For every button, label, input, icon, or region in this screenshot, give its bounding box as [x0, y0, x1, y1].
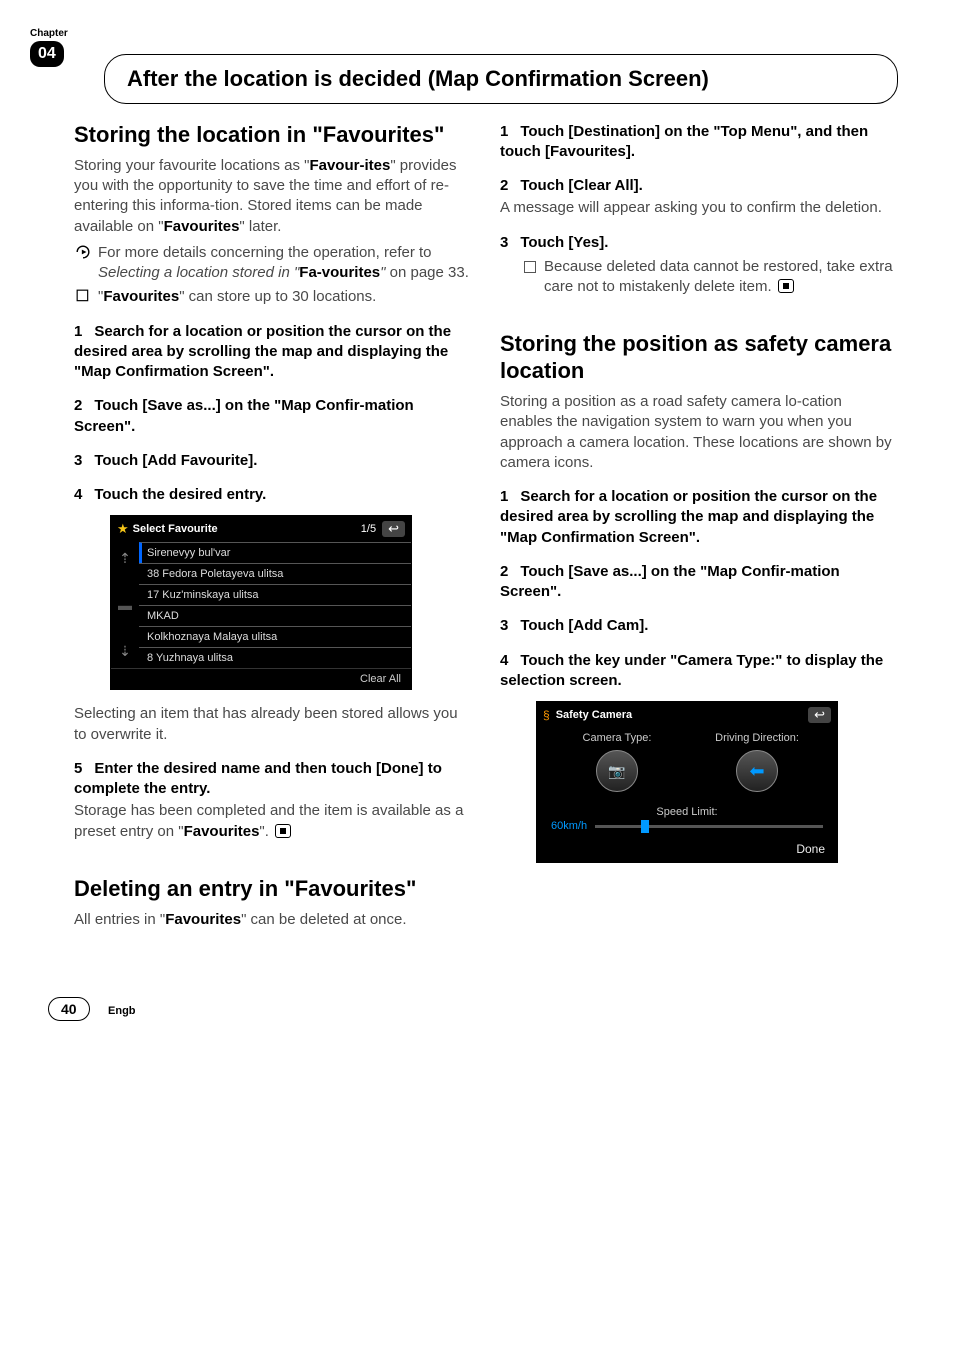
speed-slider[interactable]: [595, 825, 823, 828]
cstep-2: 2Touch [Save as...] on the "Map Confir-m…: [500, 562, 898, 603]
list-item[interactable]: Kolkhoznaya Malaya ulitsa: [139, 626, 411, 647]
section-end-icon: [275, 824, 291, 838]
direction-arrow-icon: ⬅: [749, 761, 764, 782]
bullet-refer: For more details concerning the operatio…: [74, 243, 472, 284]
speed-value: 60km/h: [551, 820, 587, 832]
paragraph-confirm-msg: A message will appear asking you to conf…: [500, 198, 898, 218]
step-3: 3Touch [Add Favourite].: [74, 451, 472, 471]
safety-camera-screenshot: § Safety Camera ↩ Camera Type: 📷 Driving…: [536, 701, 838, 863]
step-1: 1Search for a location or position the c…: [74, 322, 472, 383]
star-icon: ★: [117, 521, 129, 537]
chapter-tab: Chapter 04: [30, 28, 68, 67]
rstep-2: 2Touch [Clear All].: [500, 176, 898, 196]
camera-type-icon: 📷: [608, 763, 625, 780]
driving-direction-button[interactable]: ⬅: [736, 750, 778, 792]
list-item[interactable]: Sirenevyy bul'var: [139, 542, 411, 563]
scroll-side[interactable]: ⇡ ▬ ⇣: [111, 542, 139, 668]
fig2-title: Safety Camera: [556, 709, 808, 721]
left-column: Storing the location in "Favourites" Sto…: [74, 122, 472, 937]
chapter-number: 04: [30, 41, 64, 67]
scroll-up-icon[interactable]: ⇡: [119, 550, 131, 567]
driving-direction-label: Driving Direction:: [687, 732, 827, 744]
page-title: After the location is decided (Map Confi…: [104, 54, 898, 104]
step-5: 5Enter the desired name and then touch […: [74, 759, 472, 800]
paragraph-safety-camera: Storing a position as a road safety came…: [500, 392, 898, 473]
camera-type-label: Camera Type:: [547, 732, 687, 744]
list-item[interactable]: MKAD: [139, 605, 411, 626]
heading-store-favourites: Storing the location in "Favourites": [74, 122, 472, 148]
chapter-label: Chapter: [30, 28, 68, 39]
language-code: Engb: [108, 1005, 136, 1017]
cstep-4: 4Touch the key under "Camera Type:" to d…: [500, 651, 898, 692]
note-cannot-restore: Because deleted data cannot be restored,…: [524, 257, 898, 298]
paragraph-store-intro: Storing your favourite locations as "Fav…: [74, 156, 472, 237]
speed-limit-label: Speed Limit:: [537, 796, 837, 820]
step-4: 4Touch the desired entry.: [74, 485, 472, 505]
list-item[interactable]: 38 Fedora Poletayeva ulitsa: [139, 563, 411, 584]
camera-type-button[interactable]: 📷: [596, 750, 638, 792]
heading-safety-camera: Storing the position as safety camera lo…: [500, 331, 898, 384]
rstep-1: 1Touch [Destination] on the "Top Menu", …: [500, 122, 898, 163]
fig1-title: Select Favourite: [133, 523, 361, 535]
back-icon[interactable]: ↩: [808, 707, 831, 723]
paragraph-storage-done: Storage has been completed and the item …: [74, 801, 472, 842]
page-number: 40: [48, 997, 90, 1021]
scroll-down-icon[interactable]: ⇣: [119, 643, 131, 660]
clear-all-button[interactable]: Clear All: [111, 668, 411, 689]
list-item[interactable]: 8 Yuzhnaya ulitsa: [139, 647, 411, 668]
rstep-3: 3Touch [Yes].: [500, 233, 898, 253]
cstep-1: 1Search for a location or position the c…: [500, 487, 898, 548]
paragraph-overwrite: Selecting an item that has already been …: [74, 704, 472, 745]
cstep-3: 3Touch [Add Cam].: [500, 616, 898, 636]
done-button[interactable]: Done: [537, 836, 837, 862]
right-column: 1Touch [Destination] on the "Top Menu", …: [500, 122, 898, 937]
scroll-grip-icon[interactable]: ▬: [118, 597, 132, 613]
back-icon[interactable]: ↩: [382, 521, 405, 537]
bullet-limit: "Favourites" can store up to 30 location…: [74, 287, 472, 307]
heading-delete-favourites: Deleting an entry in "Favourites": [74, 876, 472, 902]
page-footer: 40 Engb: [48, 997, 898, 1021]
fig1-page-indicator: 1/5: [361, 523, 376, 535]
camera-icon: §: [543, 708, 550, 722]
step-2: 2Touch [Save as...] on the "Map Confir-m…: [74, 396, 472, 437]
section-end-icon: [778, 279, 794, 293]
square-bullet-icon: [76, 289, 90, 309]
paragraph-delete: All entries in "Favourites" can be delet…: [74, 910, 472, 930]
select-favourite-screenshot: ★ Select Favourite 1/5 ↩ ⇡ ▬ ⇣ Sirenevyy…: [110, 515, 412, 690]
list-item[interactable]: 17 Kuz'minskaya ulitsa: [139, 584, 411, 605]
pointer-icon: [76, 245, 90, 265]
